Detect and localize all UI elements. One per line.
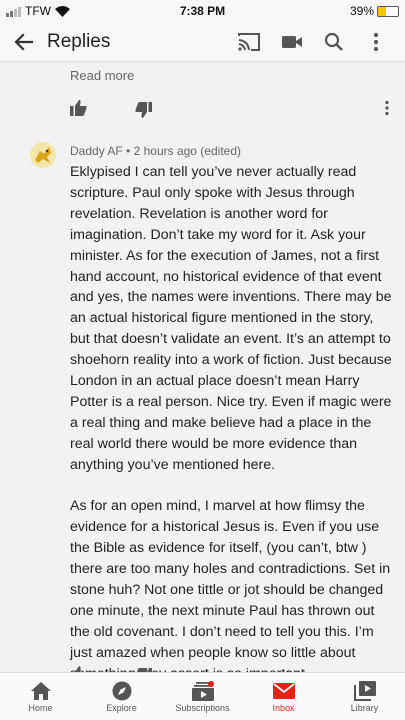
previous-comment-actions — [70, 100, 390, 120]
meta-separator: • — [126, 144, 134, 158]
thumbs-down-icon[interactable] — [135, 102, 152, 118]
bottom-nav: Home Explore Subscriptions Inbox Library — [0, 672, 405, 720]
avatar-bird-icon — [35, 147, 51, 163]
page-title: Replies — [47, 31, 111, 52]
status-right: 39% — [350, 4, 399, 18]
nav-label: Home — [28, 703, 53, 713]
explore-icon — [112, 681, 131, 701]
comment-meta: Daddy AF • 2 hours ago (edited) — [70, 144, 241, 158]
nav-label: Inbox — [272, 703, 295, 713]
library-icon — [353, 681, 376, 701]
battery-icon — [377, 5, 399, 17]
replies-list: Read more Daddy AF • 2 hours ago (edited… — [0, 62, 405, 672]
comment-author[interactable]: Daddy AF — [70, 144, 123, 158]
video-camera-icon[interactable] — [279, 30, 305, 54]
cast-icon[interactable] — [236, 30, 262, 54]
nav-label: Subscriptions — [175, 703, 230, 713]
comment-timestamp: 2 hours ago (edited) — [133, 144, 241, 158]
nav-label: Explore — [106, 703, 137, 713]
battery-percent: 39% — [349, 4, 374, 18]
comment-more-icon[interactable] — [384, 100, 390, 116]
search-icon[interactable] — [321, 30, 347, 54]
app-header: Replies — [0, 22, 405, 62]
comment-paragraph: Eklypised I can tell you’ve never actual… — [70, 164, 392, 473]
status-time: 7:38 PM — [179, 4, 226, 18]
nav-explore[interactable]: Explore — [81, 673, 162, 720]
comment-body: Eklypised I can tell you’ve never actual… — [70, 162, 392, 672]
home-icon — [30, 682, 51, 700]
comment-paragraph: As for an open mind, I marvel at how fli… — [70, 498, 391, 672]
nav-subscriptions[interactable]: Subscriptions — [162, 673, 243, 720]
more-vert-icon[interactable] — [366, 30, 386, 54]
subscriptions-icon — [191, 681, 214, 701]
read-more-link[interactable]: Read more — [70, 68, 134, 83]
nav-label: Library — [350, 703, 379, 713]
nav-home[interactable]: Home — [0, 673, 81, 720]
inbox-icon — [272, 683, 295, 699]
status-bar: TFW 7:38 PM 39% — [0, 0, 405, 22]
nav-library[interactable]: Library — [324, 673, 405, 720]
nav-inbox[interactable]: Inbox — [243, 673, 324, 720]
avatar[interactable] — [30, 142, 56, 168]
thumbs-up-icon[interactable] — [70, 100, 87, 116]
back-arrow-icon[interactable] — [10, 28, 38, 56]
